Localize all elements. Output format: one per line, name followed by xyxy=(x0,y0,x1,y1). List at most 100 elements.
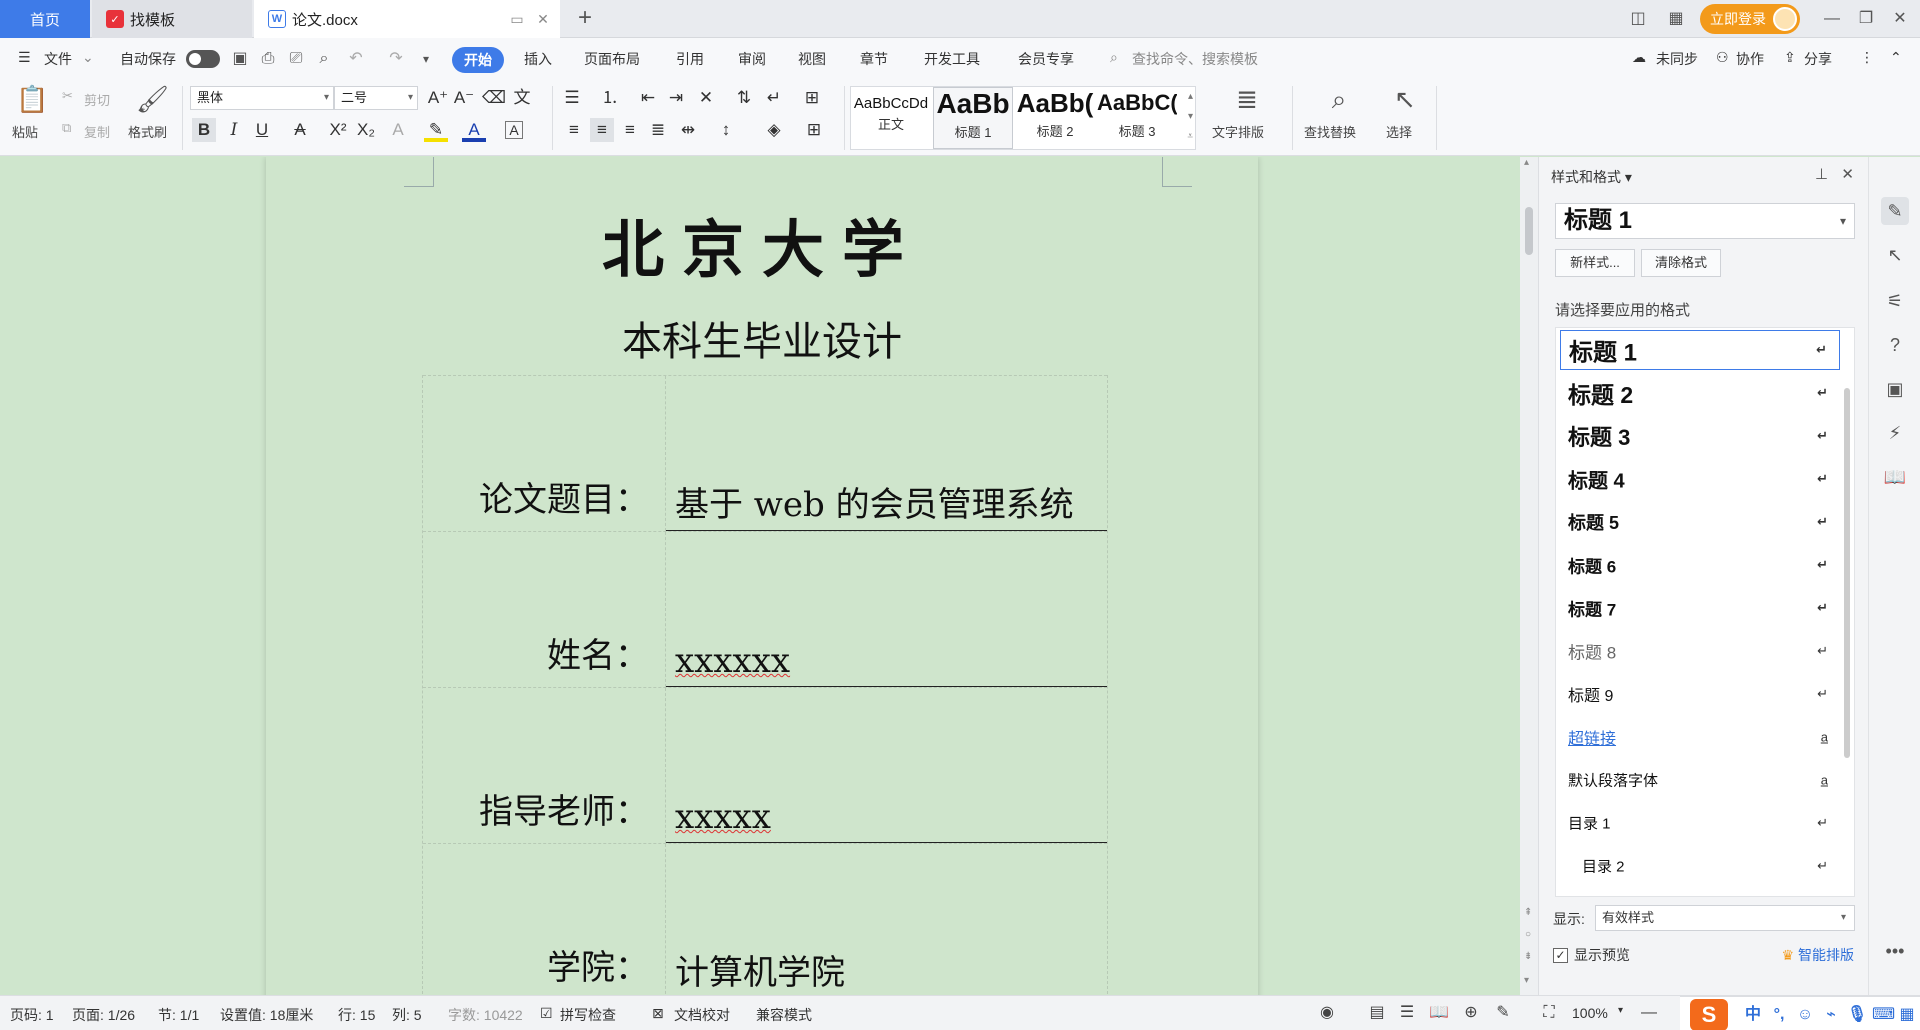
command-search-input[interactable]: 查找命令、搜索模板 xyxy=(1132,49,1258,69)
current-style-select[interactable]: 标题 1 xyxy=(1555,203,1855,239)
ime-grid-icon[interactable]: ▦ xyxy=(1896,1004,1918,1026)
tab-review[interactable]: 审阅 xyxy=(738,49,766,69)
page-code[interactable]: 页码: 1 xyxy=(10,1005,54,1025)
setting-value[interactable]: 设置值: 18厘米 xyxy=(220,1005,313,1025)
outline-view-icon[interactable]: ☰ xyxy=(1396,1002,1418,1024)
tab-start[interactable]: 开始 xyxy=(452,47,504,73)
tab-references[interactable]: 引用 xyxy=(676,49,704,69)
style-item-heading-6[interactable]: 标题 6 ↵ xyxy=(1560,545,1840,585)
name-value[interactable]: xxxxxx xyxy=(665,635,1107,687)
style-item-heading-2[interactable]: 标题 2 ↵ xyxy=(1560,373,1840,413)
decrease-indent-icon[interactable]: ⇤ xyxy=(636,86,660,110)
smart-layout-button[interactable]: ♛ 智能排版 xyxy=(1782,945,1854,965)
style-item-heading-8[interactable]: 标题 8 ↵ xyxy=(1560,631,1840,671)
column-number[interactable]: 列: 5 xyxy=(392,1005,422,1025)
clear-format-button[interactable]: 清除格式 xyxy=(1641,249,1721,277)
style-item-heading-3[interactable]: 标题 3 ↵ xyxy=(1560,416,1840,456)
style-heading-2[interactable]: AaBb( 标题 2 xyxy=(1015,87,1095,149)
scroll-down-icon[interactable]: ▾ xyxy=(1524,975,1529,986)
format-painter-icon[interactable]: 🖌 xyxy=(136,84,169,114)
pin-tab-icon[interactable]: ▭ xyxy=(508,10,526,28)
zoom-out-icon[interactable]: — xyxy=(1638,1002,1660,1024)
eye-protection-icon[interactable]: ◉ xyxy=(1316,1002,1338,1024)
superscript-icon[interactable]: X² xyxy=(326,118,350,142)
browse-object-icon[interactable]: ○ xyxy=(1525,929,1531,940)
style-item-toc-1[interactable]: 目录 1 ↵ xyxy=(1560,803,1840,843)
punctuation-icon[interactable]: °, xyxy=(1768,1004,1790,1026)
document-page[interactable]: 北京大学 本科生毕业设计 论文题目： 基于 web 的会员管理系统 姓名： xx… xyxy=(266,157,1258,995)
shading-icon[interactable]: ◈ xyxy=(762,118,786,142)
document-canvas[interactable]: 北京大学 本科生毕业设计 论文题目： 基于 web 的会员管理系统 姓名： xx… xyxy=(0,157,1520,995)
pin-panel-icon[interactable]: ⊥ xyxy=(1815,165,1828,183)
emoji-icon[interactable]: ☺ xyxy=(1794,1004,1816,1026)
zoom-level[interactable]: 100% xyxy=(1572,1005,1608,1021)
line-spacing-icon[interactable]: ↕ xyxy=(714,118,738,142)
copy-button[interactable]: 复制 xyxy=(84,122,110,141)
document-scrollbar[interactable]: ▴ ⇞ ○ ⇟ ▾ xyxy=(1520,157,1538,995)
strikethrough-icon[interactable]: A xyxy=(288,118,312,142)
web-view-icon[interactable]: ⊕ xyxy=(1460,1002,1482,1024)
print-icon[interactable]: ⎚ xyxy=(286,49,306,69)
flash-icon[interactable]: ⚡ xyxy=(1881,419,1909,447)
close-tab-icon[interactable]: ✕ xyxy=(534,10,552,28)
skin-icon[interactable]: ⌁ xyxy=(1820,1004,1842,1026)
numbered-list-icon[interactable]: ⒈ xyxy=(598,86,622,110)
layout-toggle-icon[interactable]: ◫ xyxy=(1618,0,1658,38)
borders-icon[interactable]: ⊞ xyxy=(802,118,826,142)
style-item-hyperlink[interactable]: 超链接 a xyxy=(1560,717,1840,757)
align-left-icon[interactable]: ≡ xyxy=(562,118,586,142)
bold-icon[interactable]: B xyxy=(192,118,216,142)
tab-document[interactable]: W 论文.docx ▭ ✕ xyxy=(254,0,560,38)
new-style-button[interactable]: 新样式... xyxy=(1555,249,1635,277)
word-count[interactable]: 字数: 10422 xyxy=(448,1005,523,1025)
login-button[interactable]: 立即登录 xyxy=(1700,4,1800,34)
gallery-scroll-up-icon[interactable]: ▴ xyxy=(1188,91,1193,102)
align-center-icon[interactable]: ≡ xyxy=(590,118,614,142)
collapse-ribbon-icon[interactable]: ⌃ xyxy=(1890,49,1902,66)
zoom-dropdown-icon[interactable]: ▾ xyxy=(1618,1005,1623,1016)
style-item-heading-9[interactable]: 标题 9 ↵ xyxy=(1560,674,1840,714)
align-right-icon[interactable]: ≡ xyxy=(618,118,642,142)
scrollbar-thumb[interactable] xyxy=(1525,207,1533,255)
style-edit-icon[interactable]: ✎ xyxy=(1881,197,1909,225)
page-view-icon[interactable]: ▤ xyxy=(1366,1002,1388,1024)
tab-developer[interactable]: 开发工具 xyxy=(924,49,980,69)
tab-home[interactable]: 首页 xyxy=(0,0,90,38)
autosave-toggle[interactable] xyxy=(186,50,220,68)
subscript-icon[interactable]: X₂ xyxy=(354,118,378,142)
chinese-mode-icon[interactable]: 中 xyxy=(1742,1004,1764,1026)
college-value[interactable]: 计算机学院 xyxy=(665,947,1107,995)
microphone-icon[interactable]: 🎙 xyxy=(1846,1004,1868,1026)
pinyin-icon[interactable]: 文 xyxy=(510,86,534,110)
sort-icon[interactable]: ⇅ xyxy=(732,86,756,110)
customize-quickbar-icon[interactable]: ▾ xyxy=(416,49,436,69)
bullet-list-icon[interactable]: ☰ xyxy=(560,86,584,110)
export-pdf-icon[interactable]: ⎙ xyxy=(258,49,278,69)
chinese-layout-icon[interactable]: ✕ xyxy=(694,86,718,110)
sync-status[interactable]: 未同步 xyxy=(1656,49,1698,69)
thesis-title-value[interactable]: 基于 web 的会员管理系统 xyxy=(665,479,1107,531)
undo-icon[interactable]: ↶ xyxy=(346,49,366,69)
close-window-icon[interactable]: ✕ xyxy=(1880,0,1920,38)
hamburger-icon[interactable]: ☰ xyxy=(18,49,31,66)
paste-icon[interactable]: 📋 xyxy=(16,84,48,114)
tab-chapter[interactable]: 章节 xyxy=(860,49,888,69)
share-button[interactable]: 分享 xyxy=(1804,49,1832,69)
adjust-sliders-icon[interactable]: ⚟ xyxy=(1881,287,1909,315)
write-mode-icon[interactable]: ✎ xyxy=(1492,1002,1514,1024)
tab-page-layout[interactable]: 页面布局 xyxy=(584,49,640,69)
save-icon[interactable]: ▣ xyxy=(230,49,250,69)
style-list-scrollbar[interactable] xyxy=(1844,388,1850,758)
gallery-expand-icon[interactable]: ⩡ xyxy=(1187,131,1193,142)
shrink-font-icon[interactable]: A⁻ xyxy=(452,86,476,110)
paragraph-mark-icon[interactable]: ↵ xyxy=(762,86,786,110)
close-panel-icon[interactable]: ✕ xyxy=(1841,165,1854,183)
panel-title[interactable]: 样式和格式 ▾ xyxy=(1551,167,1632,187)
book-icon[interactable]: 📖 xyxy=(1881,463,1909,491)
section-info[interactable]: 节: 1/1 xyxy=(158,1005,199,1025)
keyboard-icon[interactable]: ⌨ xyxy=(1872,1004,1895,1026)
page-count[interactable]: 页面: 1/26 xyxy=(72,1005,135,1025)
sogou-ime-icon[interactable]: S xyxy=(1690,999,1728,1030)
style-item-heading-7[interactable]: 标题 7 ↵ xyxy=(1560,588,1840,628)
more-icon[interactable]: ⋮ xyxy=(1860,49,1874,66)
